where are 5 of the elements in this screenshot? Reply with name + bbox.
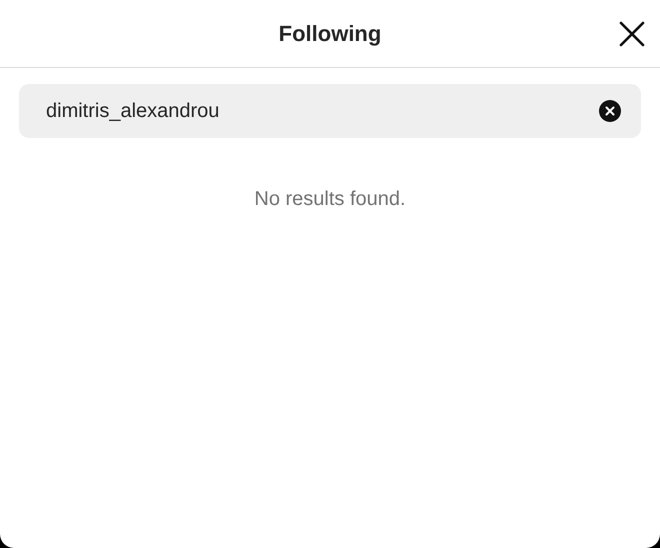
search-field[interactable]: dimitris_alexandrou — [19, 84, 641, 138]
clear-icon — [605, 106, 615, 116]
no-results-message: No results found. — [254, 187, 406, 212]
close-icon — [619, 21, 645, 47]
dialog-title: Following — [278, 20, 382, 48]
